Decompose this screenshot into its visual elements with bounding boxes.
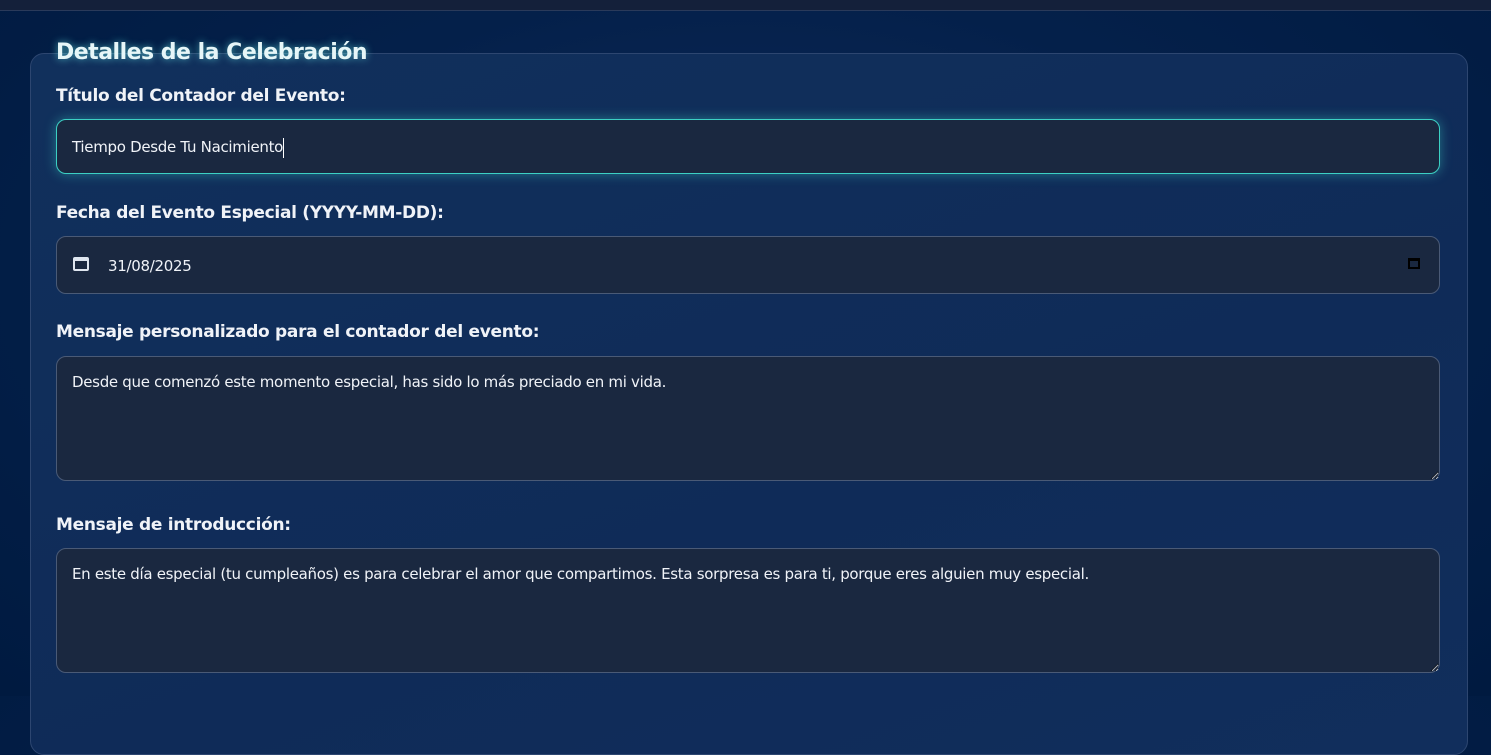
message-label: Mensaje personalizado para el contador d… [56,322,540,342]
title-label: Título del Contador del Evento: [56,86,346,106]
event-date-input[interactable]: 31/08/2025 [56,236,1440,294]
custom-message-textarea[interactable]: Desde que comenzó este momento especial,… [56,356,1440,481]
top-bar [0,0,1491,11]
date-label: Fecha del Evento Especial (YYYY-MM-DD): [56,203,444,223]
event-date-value: 31/08/2025 [108,257,192,275]
calendar-icon [73,257,89,271]
section-title: Detalles de la Celebración [56,40,368,65]
text-cursor [283,137,285,158]
event-title-input[interactable]: Tiempo Desde Tu Nacimiento [56,119,1440,174]
event-title-value: Tiempo Desde Tu Nacimiento [72,138,284,156]
date-picker-icon[interactable] [1408,258,1420,269]
intro-label: Mensaje de introducción: [56,515,291,535]
intro-message-textarea[interactable]: En este día especial (tu cumpleaños) es … [56,548,1440,673]
